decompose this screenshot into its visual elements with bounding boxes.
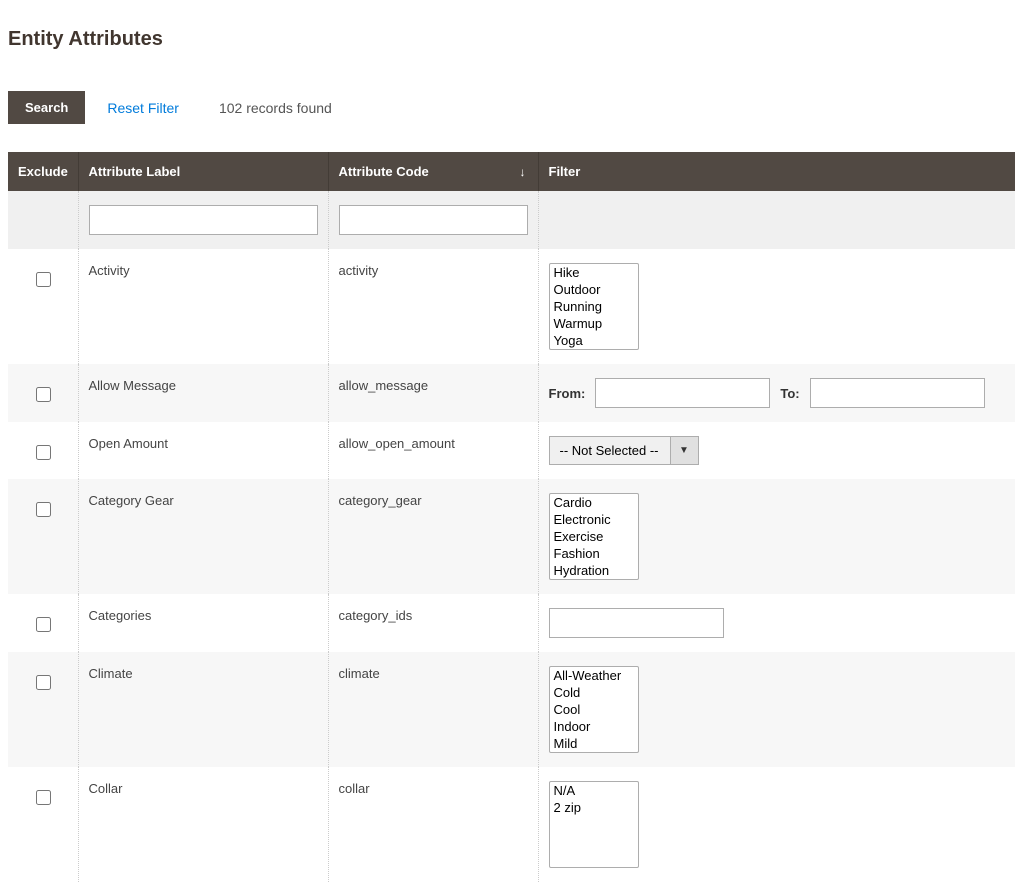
- range-from-input[interactable]: [595, 378, 770, 408]
- header-attribute-code[interactable]: Attribute Code ↓: [328, 152, 538, 191]
- attribute-label-cell: Categories: [78, 594, 328, 652]
- page-title: Entity Attributes: [8, 28, 1015, 51]
- header-attribute-label[interactable]: Attribute Label: [78, 152, 328, 191]
- attribute-label-cell: Category Gear: [78, 479, 328, 594]
- sort-arrow-icon: ↓: [520, 165, 526, 179]
- exclude-checkbox[interactable]: [36, 387, 51, 402]
- header-filter[interactable]: Filter: [538, 152, 1015, 191]
- chevron-down-icon[interactable]: ▼: [670, 437, 698, 464]
- table-row: ActivityactivityHikeOutdoorRunningWarmup…: [8, 249, 1015, 364]
- attribute-label-cell: Allow Message: [78, 364, 328, 422]
- filter-multiselect[interactable]: N/A2 zip: [549, 781, 639, 868]
- header-attribute-code-text: Attribute Code: [339, 164, 429, 179]
- header-exclude[interactable]: Exclude: [8, 152, 78, 191]
- filter-cell: -- Not Selected --▼: [538, 422, 1015, 479]
- attributes-grid: Exclude Attribute Label Attribute Code ↓…: [8, 152, 1015, 882]
- exclude-checkbox[interactable]: [36, 272, 51, 287]
- table-row: CollarcollarN/A2 zip: [8, 767, 1015, 882]
- exclude-checkbox[interactable]: [36, 675, 51, 690]
- filter-exclude-cell: [8, 191, 78, 249]
- filter-cell: N/A2 zip: [538, 767, 1015, 882]
- attribute-code-cell: allow_message: [328, 364, 538, 422]
- table-row: Categoriescategory_ids: [8, 594, 1015, 652]
- attribute-label-cell: Climate: [78, 652, 328, 767]
- table-row: Allow Messageallow_message From: To:: [8, 364, 1015, 422]
- records-found-text: 102 records found: [219, 100, 332, 116]
- filter-attribute-code-input[interactable]: [339, 205, 528, 235]
- attribute-code-cell: category_gear: [328, 479, 538, 594]
- table-row: ClimateclimateAll-WeatherColdCoolIndoorM…: [8, 652, 1015, 767]
- filter-multiselect[interactable]: All-WeatherColdCoolIndoorMild: [549, 666, 639, 753]
- attribute-label-cell: Collar: [78, 767, 328, 882]
- exclude-checkbox[interactable]: [36, 445, 51, 460]
- filter-multiselect[interactable]: HikeOutdoorRunningWarmupYoga: [549, 263, 639, 350]
- attribute-code-cell: activity: [328, 249, 538, 364]
- exclude-checkbox[interactable]: [36, 617, 51, 632]
- attribute-label-cell: Activity: [78, 249, 328, 364]
- table-row: Category Gearcategory_gearCardioElectron…: [8, 479, 1015, 594]
- filter-cell: CardioElectronicExerciseFashionHydration: [538, 479, 1015, 594]
- range-from-label: From:: [549, 386, 586, 401]
- attribute-code-cell: allow_open_amount: [328, 422, 538, 479]
- filter-cell: All-WeatherColdCoolIndoorMild: [538, 652, 1015, 767]
- attribute-code-cell: climate: [328, 652, 538, 767]
- exclude-checkbox[interactable]: [36, 502, 51, 517]
- attribute-code-cell: collar: [328, 767, 538, 882]
- range-to-input[interactable]: [810, 378, 985, 408]
- filter-attribute-label-input[interactable]: [89, 205, 318, 235]
- filter-filter-cell: [538, 191, 1015, 249]
- table-row: Open Amountallow_open_amount-- Not Selec…: [8, 422, 1015, 479]
- range-to-label: To:: [780, 386, 799, 401]
- attribute-label-cell: Open Amount: [78, 422, 328, 479]
- actions-bar: Search Reset Filter 102 records found: [8, 91, 1015, 124]
- filter-text-input[interactable]: [549, 608, 724, 638]
- filter-cell: [538, 594, 1015, 652]
- exclude-checkbox[interactable]: [36, 790, 51, 805]
- search-button[interactable]: Search: [8, 91, 85, 124]
- reset-filter-link[interactable]: Reset Filter: [107, 100, 179, 116]
- filter-multiselect[interactable]: CardioElectronicExerciseFashionHydration: [549, 493, 639, 580]
- attribute-code-cell: category_ids: [328, 594, 538, 652]
- filter-select[interactable]: -- Not Selected --: [550, 437, 670, 464]
- filter-cell: From: To:: [538, 364, 1015, 422]
- filter-cell: HikeOutdoorRunningWarmupYoga: [538, 249, 1015, 364]
